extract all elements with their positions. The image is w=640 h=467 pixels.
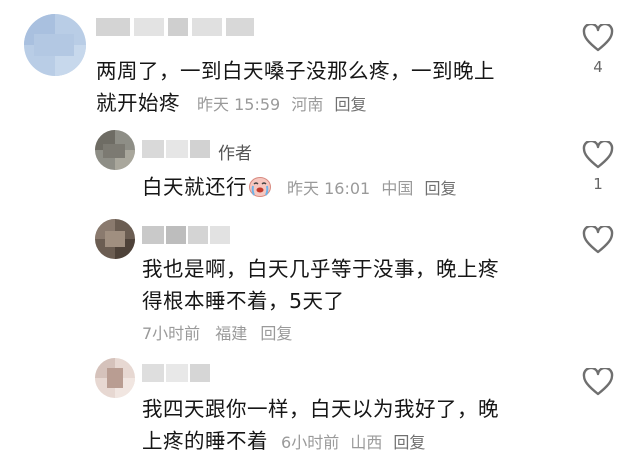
reply-button[interactable]: 回复 (424, 179, 456, 198)
comment-time: 昨天 16:01 (287, 179, 371, 198)
comment-location: 山西 (350, 433, 383, 452)
comment-text-line: 白天就还行 (142, 175, 247, 199)
reply-button[interactable]: 回复 (393, 433, 425, 452)
comment-text-tail: 就开始疼 (96, 91, 180, 115)
comment-text: 我四天跟你一样，白天以为我好了，晚 上疼的睡不着 6小时前 山西 回复 (142, 393, 572, 459)
username-blurred[interactable] (142, 140, 212, 158)
like-button[interactable] (578, 226, 618, 254)
username-blurred[interactable] (142, 364, 212, 382)
comment-meta: 昨天 15:59 河南 回复 (197, 95, 372, 114)
crying-face-emoji (248, 174, 272, 197)
username-blurred[interactable] (96, 18, 256, 36)
comment-text-line: 得根本睡不着，5天了 (142, 289, 345, 313)
comment-text-line: 上疼的睡不着 6小时前 山西 回复 (142, 425, 572, 459)
avatar[interactable] (24, 14, 86, 76)
avatar[interactable] (95, 358, 135, 398)
comment-meta: 7小时前 福建 回复 (142, 320, 292, 344)
comment-location: 河南 (291, 95, 324, 114)
author-badge: 作者 (218, 144, 252, 164)
like-button[interactable]: 4 (578, 24, 618, 76)
avatar[interactable] (95, 130, 135, 170)
comment-text-line: 我四天跟你一样，白天以为我好了，晚 (142, 397, 499, 421)
like-count: 4 (593, 58, 603, 76)
heart-outline-icon (582, 141, 614, 169)
reply-button[interactable]: 回复 (260, 324, 292, 343)
comment-text: 我也是啊，白天几乎等于没事，晚上疼 得根本睡不着，5天了 (142, 253, 572, 317)
username-blurred[interactable] (142, 226, 232, 244)
avatar[interactable] (95, 219, 135, 259)
heart-outline-icon (582, 226, 614, 254)
comment-time: 昨天 15:59 (197, 95, 281, 114)
comment-location: 中国 (381, 179, 414, 198)
reply-button[interactable]: 回复 (334, 95, 366, 114)
comment-text-line: 就开始疼 昨天 15:59 河南 回复 (96, 87, 566, 121)
comment-time: 6小时前 (281, 433, 340, 452)
comment-text-line: 我也是啊，白天几乎等于没事，晚上疼 (142, 257, 499, 281)
like-button[interactable] (578, 368, 618, 396)
comment-location: 福建 (215, 324, 248, 343)
heart-outline-icon (582, 368, 614, 396)
comment-text-tail: 上疼的睡不着 (142, 429, 268, 453)
heart-outline-icon (582, 24, 614, 52)
like-button[interactable]: 1 (578, 141, 618, 193)
comment-text: 白天就还行 昨天 16:01 中国 回复 (142, 171, 572, 205)
comment-text: 两周了，一到白天嗓子没那么疼，一到晚上 就开始疼 昨天 15:59 河南 回复 (96, 55, 566, 121)
comment-time: 7小时前 (142, 324, 201, 343)
comment-text-line: 两周了，一到白天嗓子没那么疼，一到晚上 (96, 59, 495, 83)
comment-meta: 6小时前 山西 回复 (281, 433, 431, 452)
like-count: 1 (593, 175, 603, 193)
comment-meta: 昨天 16:01 中国 回复 (287, 179, 462, 198)
